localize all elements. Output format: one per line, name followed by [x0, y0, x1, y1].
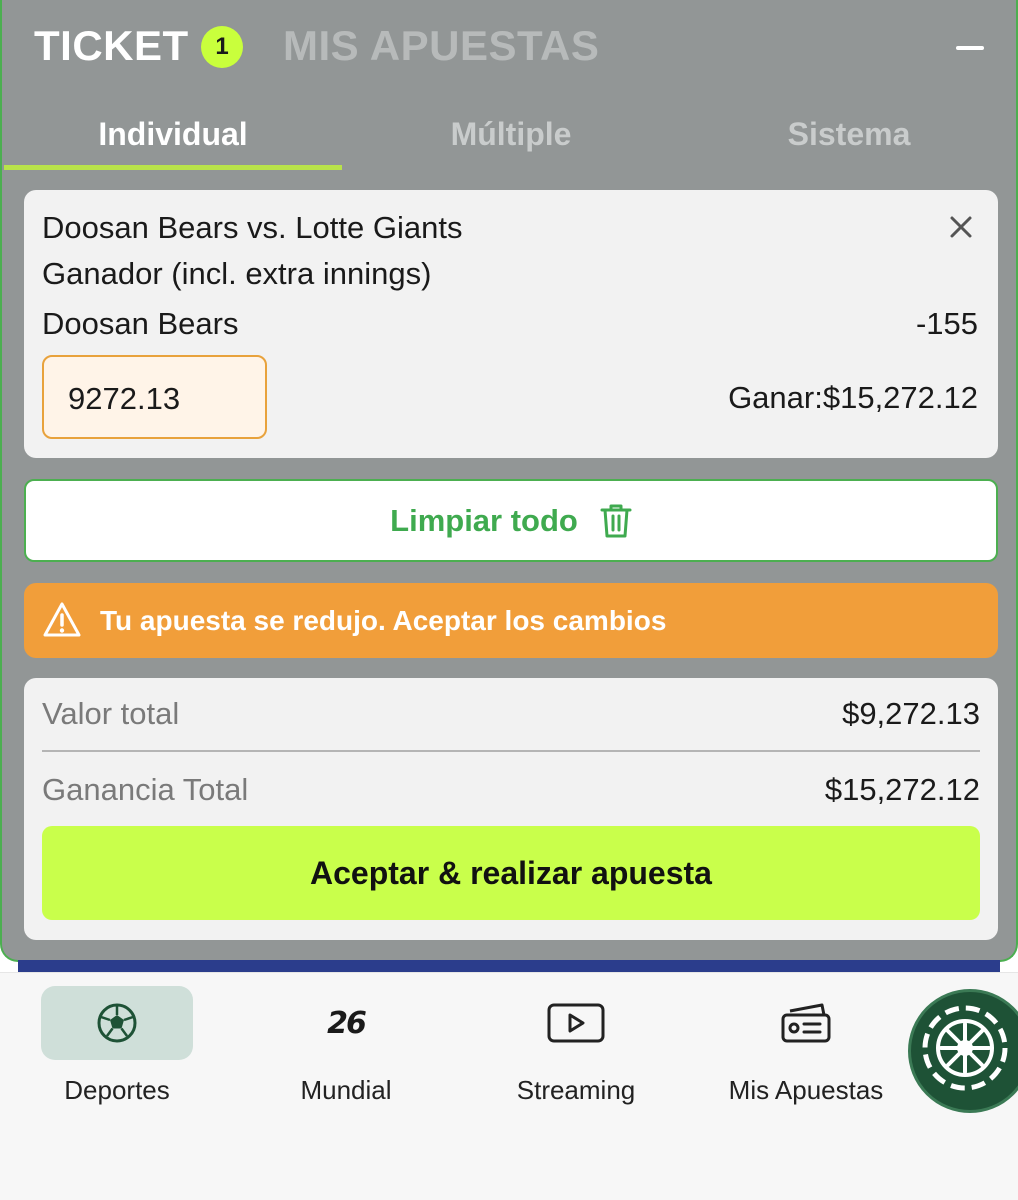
nav-active-highlight — [41, 986, 193, 1060]
mundial-26-icon: 26 — [327, 1005, 367, 1041]
nav-label-mis-apuestas: Mis Apuestas — [728, 1075, 884, 1105]
bet-match-name: Doosan Bears vs. Lotte Giants — [42, 210, 463, 245]
trash-icon — [600, 504, 632, 537]
warning-triangle-icon — [43, 602, 81, 637]
total-value-row: Valor total $9,272.13 — [42, 696, 980, 732]
summary-divider — [42, 750, 980, 752]
win-value: $15,272.12 — [822, 380, 978, 415]
nav-icon-slot: 26 — [270, 986, 422, 1060]
win-label: Ganar: — [728, 380, 823, 415]
place-bet-button[interactable]: Aceptar & realizar apuesta — [42, 826, 980, 920]
total-gain-row: Ganancia Total $15,272.12 — [42, 772, 980, 808]
minus-icon[interactable] — [956, 46, 984, 50]
bet-summary-card: Valor total $9,272.13 Ganancia Total $15… — [24, 678, 998, 940]
tab-system-label: Sistema — [787, 116, 911, 152]
nav-label-deportes: Deportes — [64, 1075, 170, 1105]
total-value-label: Valor total — [42, 696, 180, 731]
bet-type-tabs: Individual Múltiple Sistema — [4, 100, 1018, 170]
tab-individual[interactable]: Individual — [4, 100, 342, 170]
clear-all-label: Limpiar todo — [390, 502, 578, 538]
ticket-count-badge: 1 — [201, 26, 243, 68]
betslip-header: TICKET 1 MIS APUESTAS — [2, 0, 1016, 96]
potential-win: Ganar:$15,272.12 — [728, 380, 978, 416]
nav-item-streaming[interactable]: Streaming — [462, 973, 690, 1113]
nav-item-mis-apuestas[interactable]: Mis Apuestas — [692, 973, 920, 1113]
soccer-ball-icon — [97, 1003, 137, 1043]
nav-icon-slot — [500, 986, 652, 1060]
active-tab-indicator — [4, 165, 342, 170]
roulette-icon — [922, 1005, 1008, 1091]
background-strip — [18, 960, 1000, 972]
nav-label-streaming: Streaming — [516, 1075, 636, 1105]
stake-input[interactable]: 9272.13 — [42, 355, 267, 439]
nav-item-deportes[interactable]: Deportes — [3, 973, 231, 1113]
ticket-icon — [781, 1003, 831, 1043]
total-gain-amount: $15,272.12 — [824, 772, 980, 807]
nav-item-mundial[interactable]: 26 Mundial — [232, 973, 460, 1113]
ticket-tab[interactable]: TICKET — [34, 22, 189, 70]
bet-market-name: Ganador (incl. extra innings) — [42, 256, 432, 291]
casino-shortcut-button[interactable] — [908, 989, 1018, 1113]
nav-label-mundial: Mundial — [300, 1075, 392, 1105]
my-bets-tab[interactable]: MIS APUESTAS — [283, 22, 599, 70]
bet-selection-card: Doosan Bears vs. Lotte Giants Ganador (i… — [24, 190, 998, 458]
bottom-navigation: Deportes 26 Mundial Streaming Mis Apuest… — [0, 972, 1018, 1200]
nav-icon-slot — [730, 986, 882, 1060]
total-gain-label: Ganancia Total — [42, 772, 249, 807]
bet-odds: -155 — [915, 306, 978, 341]
tab-individual-label: Individual — [98, 116, 248, 152]
bet-selection-name: Doosan Bears — [42, 306, 239, 341]
total-value-amount: $9,272.13 — [842, 696, 980, 731]
tab-system[interactable]: Sistema — [680, 100, 1018, 170]
tab-multiple-label: Múltiple — [450, 116, 572, 152]
play-icon — [547, 1003, 605, 1043]
clear-all-button[interactable]: Limpiar todo — [24, 479, 998, 562]
close-icon[interactable] — [948, 214, 974, 240]
stake-reduced-warning[interactable]: Tu apuesta se redujo. Aceptar los cambio… — [24, 583, 998, 658]
betslip-panel: TICKET 1 MIS APUESTAS Individual Múltipl… — [0, 0, 1018, 962]
warning-text: Tu apuesta se redujo. Aceptar los cambio… — [100, 605, 667, 636]
tab-multiple[interactable]: Múltiple — [342, 100, 680, 170]
